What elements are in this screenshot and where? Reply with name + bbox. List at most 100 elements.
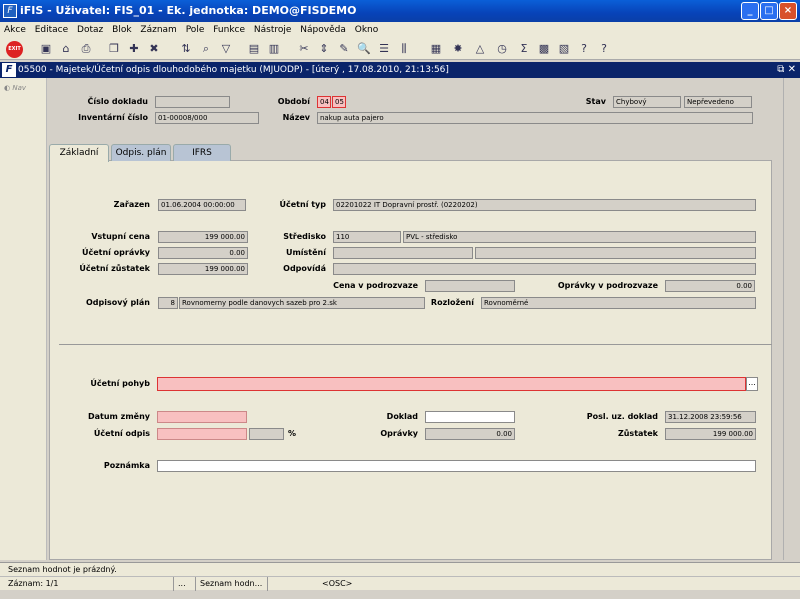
toolbar: ▣ ⌂ ⎙ ❐ ✚ ✖ ⇅ ⌕ ▽ ▤ ▥ ✂ ⇕ ✎ 🔍 ☰ ⫼ ▦ ✸ △ … — [0, 38, 800, 60]
inventarni-cislo-label: Inventární číslo — [78, 113, 148, 122]
vstupni-cena-label: Vstupní cena — [91, 232, 150, 241]
obdobi-label: Období — [277, 97, 310, 106]
triangle-icon[interactable]: △ — [472, 41, 488, 57]
ucetni-typ-field: 02201022 IT Dopravní prostř. (0220202) — [333, 199, 756, 211]
menu-editace[interactable]: Editace — [35, 25, 68, 35]
ucetni-opravky-label: Účetní oprávky — [81, 248, 150, 257]
menu-napoveda[interactable]: Nápověda — [300, 25, 346, 35]
sum-icon[interactable]: Σ — [516, 41, 532, 57]
home-icon[interactable]: ⌂ — [58, 41, 74, 57]
insert-icon[interactable]: ✚ — [126, 41, 142, 57]
menu-blok[interactable]: Blok — [112, 25, 131, 35]
status-ellipsis: ... — [174, 577, 196, 591]
search-icon[interactable]: 🔍 — [356, 41, 372, 57]
tab-panel — [49, 160, 772, 560]
status-message: Seznam hodnot je prázdný. — [0, 562, 800, 576]
minimize-button[interactable]: _ — [741, 2, 759, 20]
ucetni-zustatek-field: 199 000.00 — [158, 263, 248, 275]
nazev-label: Název — [282, 113, 310, 122]
excel-icon[interactable]: ▩ — [536, 41, 552, 57]
lov-button[interactable]: ... — [746, 377, 758, 391]
print-icon[interactable]: ⎙ — [78, 41, 94, 57]
obdobi-month-field[interactable]: 04 — [317, 96, 331, 108]
rozlozeni-label: Rozložení — [430, 298, 474, 307]
menu-bar: Akce Editace Dotaz Blok Záznam Pole Funk… — [0, 22, 800, 38]
columns-icon[interactable]: ⫼ — [396, 41, 412, 57]
query-icon[interactable]: ⌕ — [198, 41, 214, 57]
doklad-label: Doklad — [386, 412, 418, 421]
ucetni-pohyb-field[interactable] — [157, 377, 746, 391]
menu-funkce[interactable]: Funkce — [213, 25, 245, 35]
filter-icon[interactable]: ▽ — [218, 41, 234, 57]
menu-nastroje[interactable]: Nástroje — [254, 25, 292, 35]
ucetni-typ-label: Účetní typ — [279, 200, 326, 209]
tab-ifrs[interactable]: IFRS — [173, 144, 231, 161]
form-window-controls[interactable]: ⧉ ✕ — [777, 62, 796, 78]
ucetni-opravky-field: 0.00 — [158, 247, 248, 259]
nazev-field[interactable]: nakup auta pajero — [317, 112, 753, 124]
help-book-icon[interactable]: ? — [576, 41, 592, 57]
section-divider — [59, 344, 772, 345]
odpisovy-plan-label: Odpisový plán — [85, 298, 150, 307]
zustatek-label: Zůstatek — [617, 429, 658, 438]
word-icon[interactable]: ▧ — [556, 41, 572, 57]
menu-pole[interactable]: Pole — [186, 25, 205, 35]
nav-label: Nav — [12, 84, 27, 92]
cena-podrozvaze-label: Cena v podrozvaze — [333, 281, 418, 290]
close-button[interactable]: × — [779, 2, 797, 20]
inventarni-cislo-field[interactable]: 01-00008/000 — [155, 112, 259, 124]
cut-icon[interactable]: ✂ — [296, 41, 312, 57]
obdobi-year-field[interactable]: 05 — [332, 96, 346, 108]
tab-zakladni[interactable]: Základní — [49, 144, 109, 162]
poznamka-label: Poznámka — [103, 461, 150, 470]
ucetni-odpis-label: Účetní odpis — [93, 429, 150, 438]
opravky-field: 0.00 — [425, 428, 515, 440]
edit-icon[interactable]: ✎ — [336, 41, 352, 57]
umisteni-code-field — [333, 247, 473, 259]
move-icon[interactable]: ⇕ — [316, 41, 332, 57]
window-titlebar: iFIS - Uživatel: FIS_01 - Ek. jednotka: … — [0, 0, 800, 22]
opravky-label: Oprávky — [380, 429, 418, 438]
paste-icon[interactable]: ▥ — [266, 41, 282, 57]
sort-icon[interactable]: ⇅ — [178, 41, 194, 57]
record-indicator: Záznam: 1/1 — [4, 577, 174, 591]
form-titlebar: 05500 - Majetek/Účetní odpis dlouhodobéh… — [0, 62, 800, 78]
save-icon[interactable]: ▣ — [38, 41, 54, 57]
ucetni-zustatek-label: Účetní zůstatek — [79, 264, 150, 273]
umisteni-name-field — [475, 247, 756, 259]
stav-field: Chybový — [613, 96, 681, 108]
delete-icon[interactable]: ✖ — [146, 41, 162, 57]
help-icon[interactable]: ? — [596, 41, 612, 57]
datum-zmeny-field[interactable] — [157, 411, 247, 423]
stav-label: Stav — [585, 97, 606, 106]
doklad-field[interactable] — [425, 411, 515, 423]
nav-button[interactable]: ◐ Nav — [4, 84, 26, 92]
menu-akce[interactable]: Akce — [4, 25, 26, 35]
tab-odpis-plan[interactable]: Odpis. plán — [111, 144, 171, 161]
calendar-icon[interactable]: ▦ — [428, 41, 444, 57]
menu-dotaz[interactable]: Dotaz — [77, 25, 103, 35]
cislo-dokladu-label: Číslo dokladu — [87, 97, 148, 106]
cislo-dokladu-field[interactable] — [155, 96, 230, 108]
vertical-scrollbar[interactable] — [783, 78, 798, 560]
ucetni-odpis-field[interactable] — [157, 428, 247, 440]
rozlozeni-field: Rovnoměrné — [481, 297, 756, 309]
maximize-button[interactable]: □ — [760, 2, 778, 20]
clipboard-icon[interactable]: ▤ — [246, 41, 262, 57]
list-icon[interactable]: ☰ — [376, 41, 392, 57]
menu-zaznam[interactable]: Záznam — [140, 25, 176, 35]
exit-button[interactable]: EXIT — [6, 41, 23, 58]
window-title: iFIS - Uživatel: FIS_01 - Ek. jednotka: … — [20, 4, 357, 17]
menu-okno[interactable]: Okno — [355, 25, 379, 35]
app-icon: F — [3, 4, 17, 18]
umisteni-label: Umístění — [285, 248, 326, 257]
status-empty — [268, 577, 318, 591]
posl-doklad-label: Posl. uz. doklad — [586, 412, 658, 421]
tools-icon[interactable]: ✸ — [450, 41, 466, 57]
odpisovy-plan-name-field: Rovnomerny podle danovych sazeb pro 2.sk — [179, 297, 425, 309]
ucetni-odpis-percent-field[interactable] — [249, 428, 284, 440]
copy-icon[interactable]: ❐ — [106, 41, 122, 57]
clock-icon[interactable]: ◷ — [494, 41, 510, 57]
poznamka-field[interactable] — [157, 460, 756, 472]
form-icon: F — [2, 63, 16, 77]
